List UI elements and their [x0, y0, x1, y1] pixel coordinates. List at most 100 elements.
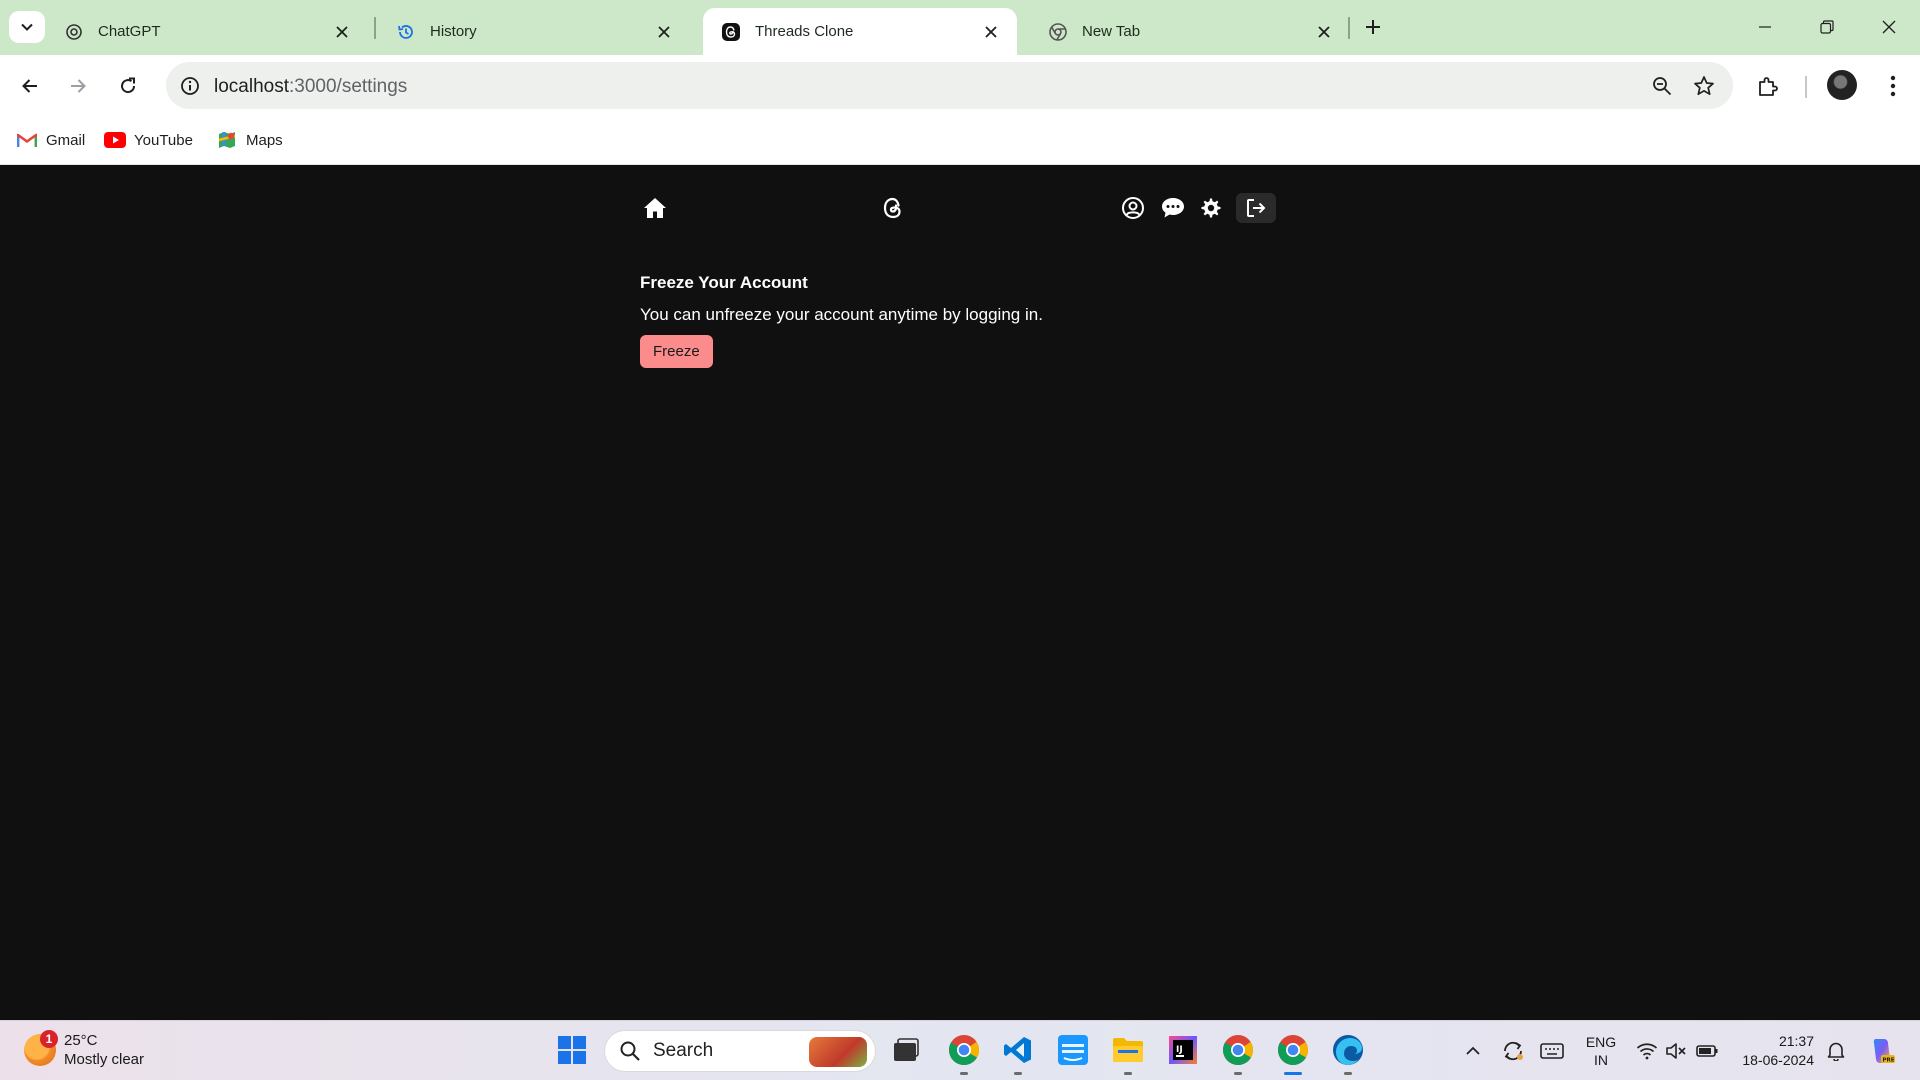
settings-gear-icon [1201, 198, 1221, 218]
running-indicator [960, 1072, 968, 1075]
tab-history[interactable]: History [378, 8, 690, 55]
bookmark-maps[interactable]: Maps [216, 127, 283, 153]
close-icon[interactable] [1314, 22, 1334, 42]
address-bar[interactable]: localhost:3000/settings [166, 62, 1733, 109]
tab-threads-clone[interactable]: Threads Clone [703, 8, 1017, 55]
url-text[interactable]: localhost:3000/settings [214, 76, 407, 98]
running-indicator [1124, 1072, 1132, 1075]
close-icon[interactable] [654, 22, 674, 42]
prime-video-icon [1058, 1035, 1088, 1065]
bookmarks-bar: Gmail YouTube Maps [0, 117, 1920, 165]
minimize-button[interactable] [1745, 12, 1785, 42]
restore-icon [1820, 20, 1834, 34]
bookmark-label: Gmail [46, 131, 86, 149]
tab-title: ChatGPT [98, 23, 161, 40]
user-profile-icon [1122, 197, 1144, 219]
running-indicator [1014, 1072, 1022, 1075]
tab-title: History [430, 23, 477, 40]
zoom-icon[interactable] [1649, 73, 1675, 99]
weather-widget[interactable]: 1 25°C Mostly clear [24, 1030, 145, 1069]
bookmark-gmail[interactable]: Gmail [16, 127, 85, 153]
chevron-up-icon [1466, 1046, 1480, 1055]
chat-icon [1162, 198, 1184, 218]
close-window-button[interactable] [1869, 12, 1909, 42]
home-link[interactable] [640, 193, 670, 223]
reload-icon [121, 77, 136, 94]
vscode-icon [1004, 1037, 1031, 1063]
language-indicator[interactable]: ENG IN [1580, 1031, 1622, 1071]
battery-status[interactable] [1692, 1031, 1722, 1071]
tab-chatgpt[interactable]: ChatGPT [46, 8, 368, 55]
show-hidden-icons-button[interactable] [1460, 1031, 1486, 1071]
new-tab-button[interactable] [1358, 12, 1388, 42]
task-view-button[interactable] [887, 1031, 925, 1069]
system-clock[interactable]: 21:37 18-06-2024 [1732, 1032, 1814, 1070]
tab-new-tab[interactable]: New Tab [1030, 8, 1350, 55]
wifi-status[interactable] [1632, 1031, 1662, 1071]
close-icon[interactable] [981, 22, 1001, 42]
close-icon[interactable] [332, 22, 352, 42]
search-highlight-image [809, 1037, 867, 1067]
extensions-button[interactable] [1752, 70, 1784, 102]
weather-condition: Mostly clear [64, 1051, 145, 1068]
sync-tray-button[interactable] [1498, 1031, 1528, 1071]
chat-link[interactable] [1158, 193, 1188, 223]
logout-button[interactable] [1236, 193, 1276, 223]
chrome-icon [1048, 22, 1068, 42]
bookmark-label: YouTube [134, 131, 193, 149]
windows-start-icon [558, 1036, 586, 1064]
threads-icon [721, 22, 741, 42]
reload-button[interactable] [111, 69, 145, 103]
freeze-button[interactable]: Freeze [640, 335, 713, 368]
taskbar-chrome-active[interactable] [1274, 1031, 1312, 1075]
restore-button[interactable] [1807, 12, 1847, 42]
tab-search-button[interactable] [9, 11, 45, 43]
back-button[interactable] [13, 69, 47, 103]
site-info-icon[interactable] [176, 72, 204, 100]
browser-toolbar: localhost:3000/settings [0, 55, 1920, 117]
touch-keyboard-button[interactable] [1537, 1031, 1567, 1071]
task-view-icon [894, 1038, 919, 1061]
taskbar-vscode[interactable] [999, 1031, 1037, 1075]
intellij-icon: IJ [1169, 1036, 1197, 1064]
weather-moon-icon: 1 [24, 1030, 58, 1066]
tab-title: New Tab [1082, 23, 1141, 40]
sync-icon [1504, 1041, 1523, 1061]
start-button[interactable] [553, 1031, 591, 1069]
bookmark-star-icon[interactable] [1691, 73, 1717, 99]
app-header [640, 189, 1280, 229]
copilot-button[interactable]: PRE [1862, 1031, 1902, 1071]
windows-taskbar: 1 25°C Mostly clear Search IJ ENG IN 21:… [0, 1020, 1920, 1080]
more-vertical-icon [1890, 75, 1896, 97]
edge-icon [1333, 1035, 1363, 1065]
tab-separator [1348, 17, 1350, 39]
taskbar-file-explorer[interactable] [1109, 1031, 1147, 1075]
taskbar-search[interactable]: Search [604, 1030, 876, 1072]
profile-link[interactable] [1118, 193, 1148, 223]
profile-avatar[interactable] [1827, 70, 1857, 100]
settings-link[interactable] [1196, 193, 1226, 223]
threads-logo[interactable] [878, 193, 908, 223]
minimize-icon [1759, 26, 1771, 28]
home-icon [644, 198, 666, 218]
chrome-icon [1278, 1035, 1308, 1066]
taskbar-prime-video[interactable] [1054, 1031, 1092, 1069]
forward-button[interactable] [61, 69, 95, 103]
tab-title: Threads Clone [755, 23, 854, 40]
chrome-menu-button[interactable] [1880, 70, 1906, 102]
clock-date: 18-06-2024 [1742, 1052, 1814, 1068]
taskbar-edge[interactable] [1329, 1031, 1367, 1075]
tab-strip: ChatGPT History Threads Clone New Tab [0, 0, 1920, 55]
svg-text:IJ: IJ [1176, 1045, 1183, 1055]
bookmark-youtube[interactable]: YouTube [104, 127, 193, 153]
notifications-button[interactable] [1822, 1031, 1850, 1071]
taskbar-chrome-profile-2[interactable] [1219, 1031, 1257, 1075]
file-explorer-icon [1113, 1038, 1143, 1062]
taskbar-chrome-profile-1[interactable] [945, 1031, 983, 1075]
weather-temp: 25°C [64, 1032, 98, 1049]
puzzle-icon [1759, 77, 1778, 96]
clock-time: 21:37 [1778, 1033, 1814, 1049]
url-host: localhost [214, 76, 289, 97]
taskbar-intellij[interactable]: IJ [1164, 1031, 1202, 1069]
volume-status[interactable] [1662, 1031, 1690, 1071]
